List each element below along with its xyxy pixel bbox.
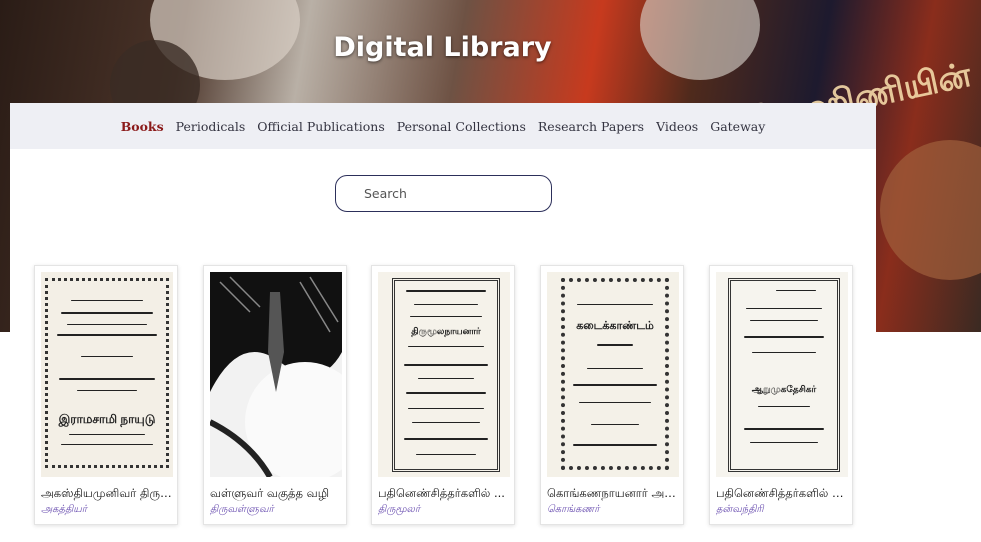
cover-text-line — [597, 344, 633, 346]
nav-item-official-publications[interactable]: Official Publications — [257, 119, 384, 134]
cover-text-line — [573, 384, 657, 386]
cover-text-line — [744, 336, 824, 338]
cover-text-line — [61, 444, 153, 445]
book-author[interactable]: திருமூலர் — [378, 504, 512, 516]
cover-text-line — [579, 402, 651, 403]
cover-title-text: ஆறுமுகதேசிகர் — [751, 384, 817, 394]
cover-text-line — [406, 290, 486, 292]
cover-text-line — [416, 454, 476, 455]
search-input[interactable] — [335, 175, 552, 212]
hero-photo-shape — [880, 140, 981, 280]
cover-text-line — [577, 304, 653, 305]
cover-illustration — [210, 272, 342, 477]
book-author[interactable]: திருவள்ளுவர் — [210, 504, 344, 516]
cover-text-line — [71, 300, 143, 301]
nav-item-personal-collections[interactable]: Personal Collections — [397, 119, 526, 134]
cover-text-line — [81, 356, 133, 357]
cover-border — [561, 278, 669, 470]
book-card[interactable]: திருமூலநாயனார் பதினெண்சித்தர்களில் ... த… — [371, 265, 515, 525]
nav-item-research-papers[interactable]: Research Papers — [538, 119, 644, 134]
cover-text-line — [746, 308, 822, 309]
cover-text-line — [750, 442, 818, 443]
search-box — [335, 175, 552, 212]
cover-text-line — [59, 378, 155, 380]
book-card[interactable]: இராமசாமி நாயுடு அகஸ்தியமுனிவர் திருவா...… — [34, 265, 178, 525]
book-title[interactable]: வள்ளுவர் வகுத்த வழி — [210, 486, 344, 502]
cover-title-text: திருமூலநாயனார் — [411, 326, 481, 336]
book-title[interactable]: பதினெண்சித்தர்களில் ... — [378, 486, 512, 502]
main-panel: Books Periodicals Official Publications … — [10, 103, 876, 542]
cover-text-line — [744, 428, 824, 430]
cover-text-line — [404, 364, 488, 366]
cover-text-line — [776, 290, 816, 291]
cover-text-line — [410, 316, 482, 317]
nav-item-gateway[interactable]: Gateway — [710, 119, 765, 134]
cover-text-line — [406, 392, 486, 394]
cover-text-line — [408, 346, 484, 347]
cover-title-text: கடைக்காண்டம் — [576, 320, 654, 332]
cover-text-line — [61, 312, 153, 314]
page-title: Digital Library — [333, 32, 552, 63]
cover-text-line — [752, 352, 816, 353]
book-card[interactable]: ஆறுமுகதேசிகர் பதினெண்சித்தர்களில் ம... த… — [709, 265, 853, 525]
nav-item-books[interactable]: Books — [121, 119, 164, 134]
cover-text-line — [57, 334, 157, 336]
book-cover-image: இராமசாமி நாயுடு — [41, 272, 173, 477]
cover-text-line — [418, 378, 474, 379]
cover-text-line — [404, 438, 488, 440]
nav-item-periodicals[interactable]: Periodicals — [176, 119, 246, 134]
book-cover-image: திருமூலநாயனார் — [378, 272, 510, 477]
cover-text-line — [69, 434, 145, 435]
cover-text-line — [758, 406, 810, 407]
cover-text-line — [408, 408, 484, 409]
cover-text-line — [591, 424, 639, 425]
cover-text-line — [414, 304, 478, 305]
nav-item-videos[interactable]: Videos — [656, 119, 698, 134]
cover-text-line — [412, 422, 480, 423]
book-card[interactable]: கடைக்காண்டம் கொங்கணநாயனார் அரு... கொங்கண… — [540, 265, 684, 525]
cover-border — [392, 278, 500, 472]
book-author[interactable]: கொங்கணர் — [547, 504, 681, 516]
cover-title-text: இராமசாமி நாயுடு — [58, 412, 156, 426]
book-title[interactable]: பதினெண்சித்தர்களில் ம... — [716, 486, 850, 502]
cover-text-line — [750, 320, 818, 321]
book-title[interactable]: கொங்கணநாயனார் அரு... — [547, 486, 681, 502]
book-cover-image — [210, 272, 342, 477]
book-cover-image: ஆறுமுகதேசிகர் — [716, 272, 848, 477]
cover-text-line — [587, 368, 643, 369]
book-author[interactable]: அகத்தியர் — [41, 504, 175, 516]
cover-border — [45, 278, 169, 468]
book-title[interactable]: அகஸ்தியமுனிவர் திருவா... — [41, 486, 175, 502]
book-cover-image: கடைக்காண்டம் — [547, 272, 679, 477]
cover-text-line — [573, 444, 657, 446]
book-card[interactable]: வள்ளுவர் வகுத்த வழி திருவள்ளுவர் — [203, 265, 347, 525]
book-author[interactable]: தன்வந்திரி — [716, 504, 850, 516]
cover-text-line — [67, 324, 147, 325]
category-nav: Books Periodicals Official Publications … — [10, 103, 876, 149]
cover-text-line — [77, 390, 137, 391]
